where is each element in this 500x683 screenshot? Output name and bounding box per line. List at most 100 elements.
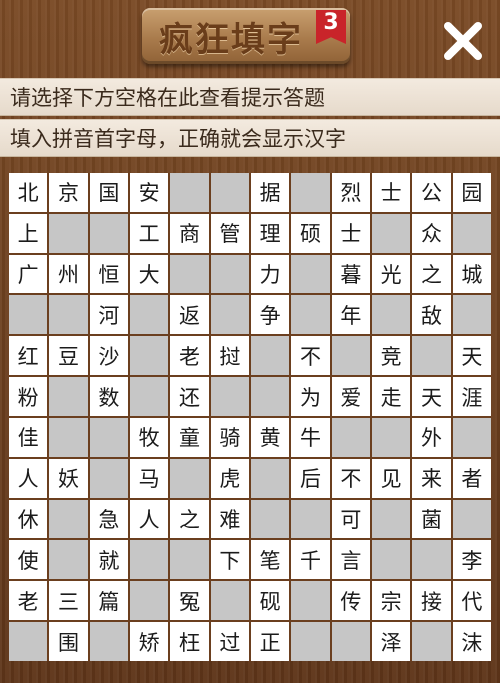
grid-cell-empty[interactable]: [291, 295, 330, 335]
grid-cell-filled[interactable]: 牧: [129, 417, 169, 457]
grid-cell-filled[interactable]: 之: [170, 499, 209, 539]
grid-cell-empty[interactable]: [452, 295, 491, 335]
grid-cell-filled[interactable]: 围: [49, 622, 88, 661]
grid-cell-filled[interactable]: 竞: [371, 336, 411, 376]
grid-cell-filled[interactable]: 安: [129, 173, 169, 212]
grid-cell-filled[interactable]: 宗: [371, 581, 411, 621]
grid-cell-filled[interactable]: 言: [331, 540, 370, 580]
grid-cell-empty[interactable]: [170, 254, 209, 294]
grid-cell-filled[interactable]: 马: [129, 458, 169, 498]
grid-cell-filled[interactable]: 沙: [89, 336, 128, 376]
grid-cell-filled[interactable]: 人: [9, 458, 48, 498]
grid-cell-filled[interactable]: 商: [170, 213, 209, 253]
grid-cell-filled[interactable]: 使: [9, 540, 48, 580]
grid-cell-filled[interactable]: 篇: [89, 581, 128, 621]
grid-cell-filled[interactable]: 为: [291, 377, 330, 416]
grid-cell-filled[interactable]: 童: [170, 417, 209, 457]
grid-cell-empty[interactable]: [291, 499, 330, 539]
grid-cell-empty[interactable]: [89, 622, 128, 661]
grid-cell-empty[interactable]: [170, 458, 209, 498]
grid-cell-empty[interactable]: [9, 295, 48, 335]
grid-cell-empty[interactable]: [89, 458, 128, 498]
grid-cell-filled[interactable]: 可: [331, 499, 370, 539]
grid-cell-filled[interactable]: 天: [412, 377, 451, 416]
grid-cell-empty[interactable]: [49, 417, 88, 457]
grid-cell-filled[interactable]: 力: [250, 254, 290, 294]
grid-cell-filled[interactable]: 硕: [291, 213, 330, 253]
grid-cell-filled[interactable]: 北: [9, 173, 48, 212]
grid-cell-empty[interactable]: [371, 540, 411, 580]
grid-cell-empty[interactable]: [170, 540, 209, 580]
grid-cell-filled[interactable]: 理: [250, 213, 290, 253]
grid-cell-filled[interactable]: 敌: [412, 295, 451, 335]
grid-cell-filled[interactable]: 虎: [210, 458, 249, 498]
grid-cell-filled[interactable]: 还: [170, 377, 209, 416]
grid-cell-filled[interactable]: 京: [49, 173, 88, 212]
grid-cell-empty[interactable]: [250, 377, 290, 416]
grid-cell-filled[interactable]: 广: [9, 254, 48, 294]
grid-cell-empty[interactable]: [210, 377, 249, 416]
grid-cell-empty[interactable]: [371, 295, 411, 335]
grid-cell-filled[interactable]: 豆: [49, 336, 88, 376]
grid-cell-filled[interactable]: 年: [331, 295, 370, 335]
grid-cell-empty[interactable]: [49, 213, 88, 253]
grid-cell-empty[interactable]: [250, 458, 290, 498]
grid-cell-empty[interactable]: [250, 336, 290, 376]
grid-cell-filled[interactable]: 众: [412, 213, 451, 253]
grid-cell-filled[interactable]: 黄: [250, 417, 290, 457]
grid-cell-empty[interactable]: [371, 499, 411, 539]
grid-cell-empty[interactable]: [210, 581, 249, 621]
grid-cell-empty[interactable]: [210, 254, 249, 294]
grid-cell-filled[interactable]: 正: [250, 622, 290, 661]
grid-cell-empty[interactable]: [291, 254, 330, 294]
grid-cell-filled[interactable]: 者: [452, 458, 491, 498]
grid-cell-filled[interactable]: 千: [291, 540, 330, 580]
grid-cell-filled[interactable]: 就: [89, 540, 128, 580]
grid-cell-empty[interactable]: [331, 622, 370, 661]
grid-cell-filled[interactable]: 外: [412, 417, 451, 457]
grid-cell-filled[interactable]: 国: [89, 173, 128, 212]
grid-cell-filled[interactable]: 笔: [250, 540, 290, 580]
grid-cell-filled[interactable]: 冤: [170, 581, 209, 621]
grid-cell-filled[interactable]: 传: [331, 581, 370, 621]
grid-cell-empty[interactable]: [291, 622, 330, 661]
close-button[interactable]: [440, 18, 486, 64]
grid-cell-filled[interactable]: 园: [452, 173, 491, 212]
grid-cell-filled[interactable]: 人: [129, 499, 169, 539]
grid-cell-filled[interactable]: 士: [371, 173, 411, 212]
grid-cell-filled[interactable]: 老: [9, 581, 48, 621]
grid-cell-filled[interactable]: 涯: [452, 377, 491, 416]
grid-cell-empty[interactable]: [170, 173, 209, 212]
grid-cell-filled[interactable]: 骑: [210, 417, 249, 457]
grid-cell-filled[interactable]: 河: [89, 295, 128, 335]
grid-cell-empty[interactable]: [412, 336, 451, 376]
grid-cell-filled[interactable]: 矫: [129, 622, 169, 661]
grid-cell-filled[interactable]: 烈: [331, 173, 370, 212]
grid-cell-empty[interactable]: [331, 336, 370, 376]
grid-cell-filled[interactable]: 接: [412, 581, 451, 621]
grid-cell-empty[interactable]: [291, 173, 330, 212]
grid-cell-empty[interactable]: [49, 377, 88, 416]
grid-cell-empty[interactable]: [210, 295, 249, 335]
grid-cell-filled[interactable]: 暮: [331, 254, 370, 294]
grid-cell-filled[interactable]: 来: [412, 458, 451, 498]
grid-cell-empty[interactable]: [452, 213, 491, 253]
grid-cell-filled[interactable]: 上: [9, 213, 48, 253]
grid-cell-filled[interactable]: 据: [250, 173, 290, 212]
grid-cell-filled[interactable]: 难: [210, 499, 249, 539]
grid-cell-filled[interactable]: 城: [452, 254, 491, 294]
grid-cell-filled[interactable]: 枉: [170, 622, 209, 661]
grid-cell-filled[interactable]: 见: [371, 458, 411, 498]
grid-cell-empty[interactable]: [331, 417, 370, 457]
grid-cell-filled[interactable]: 恒: [89, 254, 128, 294]
grid-cell-filled[interactable]: 妖: [49, 458, 88, 498]
grid-cell-filled[interactable]: 不: [331, 458, 370, 498]
grid-cell-empty[interactable]: [9, 622, 48, 661]
grid-cell-filled[interactable]: 佳: [9, 417, 48, 457]
grid-cell-filled[interactable]: 爱: [331, 377, 370, 416]
grid-cell-filled[interactable]: 光: [371, 254, 411, 294]
grid-cell-filled[interactable]: 士: [331, 213, 370, 253]
grid-cell-filled[interactable]: 走: [371, 377, 411, 416]
grid-cell-filled[interactable]: 泽: [371, 622, 411, 661]
grid-cell-filled[interactable]: 数: [89, 377, 128, 416]
